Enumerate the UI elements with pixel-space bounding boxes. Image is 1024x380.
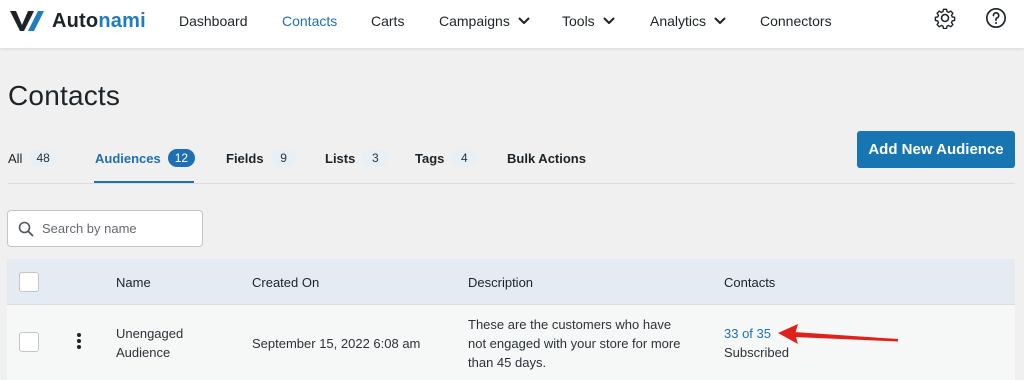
more-actions-icon[interactable]	[74, 333, 84, 353]
description-line: These are the customers who have	[468, 317, 672, 332]
nav-contacts[interactable]: Contacts	[282, 11, 337, 31]
tab-label: Fields	[226, 150, 264, 166]
autonami-logo[interactable]: Autonami	[10, 9, 146, 33]
description-line: not engaged with your store for more	[468, 336, 681, 351]
tab-all[interactable]: All 48	[8, 147, 57, 169]
column-header-contacts[interactable]: Contacts	[724, 275, 775, 290]
column-header-name[interactable]: Name	[116, 275, 151, 290]
contacts-status: Subscribed	[724, 345, 790, 360]
page-title: Contacts	[8, 80, 121, 111]
tab-label: Bulk Actions	[507, 150, 586, 166]
annotation-arrow-icon	[778, 324, 898, 344]
audience-name-line: Unengaged	[116, 326, 184, 341]
nav-tools[interactable]: Tools	[562, 11, 615, 31]
help-icon[interactable]	[985, 7, 1007, 29]
tab-count-badge: 12	[167, 149, 196, 167]
description-line: than 45 days.	[468, 355, 547, 370]
tab-tags[interactable]: Tags 4	[415, 147, 478, 169]
nav-carts[interactable]: Carts	[371, 11, 404, 31]
tabs-divider	[8, 183, 1015, 184]
select-all-checkbox[interactable]	[19, 272, 39, 292]
tab-count-badge: 9	[270, 149, 297, 167]
logo-mark-icon	[10, 11, 44, 31]
top-navigation-bar: Autonami Dashboard Contacts Carts Campai…	[0, 0, 1024, 48]
tab-lists[interactable]: Lists 3	[325, 147, 389, 169]
nav-connectors[interactable]: Connectors	[760, 11, 832, 31]
gear-icon[interactable]	[934, 7, 956, 29]
logo-wordmark: Autonami	[52, 9, 146, 32]
nav-campaigns[interactable]: Campaigns	[439, 11, 530, 31]
tab-label: Tags	[415, 150, 445, 166]
tab-count-badge: 48	[29, 149, 57, 167]
column-header-description[interactable]: Description	[468, 275, 533, 290]
chevron-down-icon	[714, 17, 726, 24]
audience-name-line: Audience	[116, 345, 171, 360]
audience-name[interactable]: Unengaged Audience	[116, 324, 183, 362]
row-checkbox[interactable]	[19, 332, 39, 352]
nav-dashboard[interactable]: Dashboard	[179, 11, 248, 31]
search-icon	[18, 221, 34, 236]
chevron-down-icon	[518, 17, 530, 24]
nav-analytics[interactable]: Analytics	[650, 11, 726, 31]
tab-label: Audiences	[95, 150, 161, 166]
tab-count-badge: 3	[362, 149, 389, 167]
tab-audiences[interactable]: Audiences 12	[95, 147, 196, 169]
chevron-down-icon	[603, 17, 615, 24]
tab-count-badge: 4	[451, 149, 478, 167]
search-box	[7, 210, 203, 247]
tab-label: Lists	[325, 150, 356, 166]
tab-fields[interactable]: Fields 9	[226, 147, 297, 169]
column-header-created-on[interactable]: Created On	[252, 275, 319, 290]
tab-label: All	[8, 150, 23, 166]
add-new-audience-button[interactable]: Add New Audience	[857, 131, 1015, 168]
created-on-value: September 15, 2022 6:08 am	[252, 336, 421, 351]
audience-description: These are the customers who have not eng…	[468, 315, 680, 372]
tab-bulk-actions[interactable]: Bulk Actions	[507, 147, 586, 169]
search-input[interactable]	[42, 221, 192, 236]
